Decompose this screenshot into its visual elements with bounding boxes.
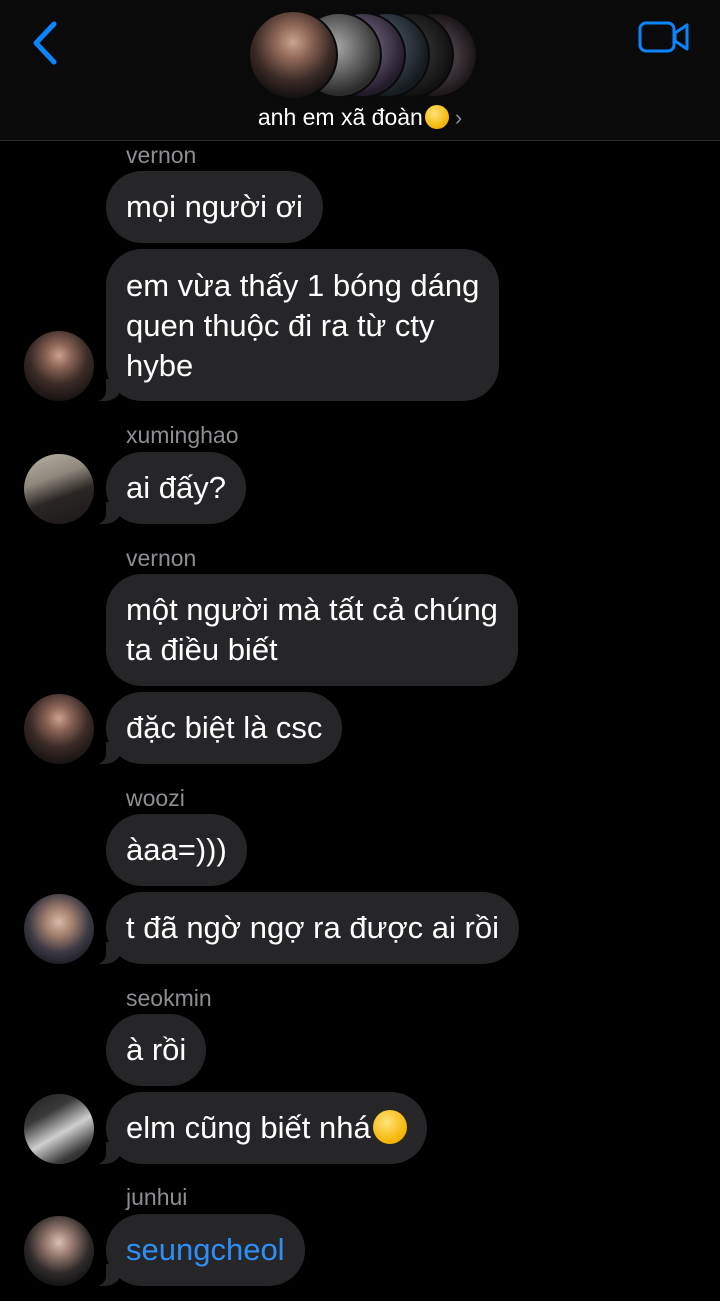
message-text: mọi người ơi [126,189,303,224]
message-bubble[interactable]: đặc biệt là csc [93,692,343,764]
sender-name: junhui [126,1184,188,1210]
message-bubble[interactable]: t đã ngờ ngợ ra được ai rồi [94,892,519,964]
message-text: đặc biệt là csc [126,710,323,745]
avatar-vernon[interactable] [24,331,94,401]
avatar-woozi[interactable] [24,894,94,964]
message-text-line: một người mà tất cả chúng [126,592,498,627]
message-bubble[interactable]: seungcheol [94,1214,305,1286]
sender-name: vernon [126,142,197,168]
group-avatar-stack[interactable] [248,10,478,100]
message-text-line: hybe [126,348,194,383]
avatar-vernon[interactable] [24,694,94,764]
message-bubble[interactable]: ai đấy? [94,452,246,524]
smiling-face-with-tear-icon [424,105,449,129]
smiling-face-icon [372,1110,407,1144]
sender-name: seokmin [126,985,212,1011]
message-text: à rồi [126,1032,187,1067]
sender-name: woozi [126,785,185,811]
sender-name: vernon [126,545,197,571]
back-button[interactable] [26,18,66,68]
group-name: anh em xã đoàn [257,104,423,130]
chevron-left-icon [33,21,57,65]
chat-screen: anh em xã đoàn › vernon mọi người ơi em v… [0,0,720,1301]
sender-name: xuminghao [126,422,239,448]
mention-link[interactable]: seungcheol [126,1232,285,1267]
message-text-line: quen thuộc đi ra từ cty [126,308,435,343]
message-text-line: em vừa thấy 1 bóng dáng [126,268,480,303]
message-bubble[interactable]: elm cũng biết nhá [94,1092,427,1164]
avatar-xuminghao[interactable] [24,454,94,524]
message-bubble[interactable]: em vừa thấy 1 bóng dáng quen thuộc đi ra… [93,249,500,401]
chat-header: anh em xã đoàn › [0,0,720,141]
video-call-button[interactable] [638,20,690,54]
message-text: ai đấy? [126,470,226,505]
message-text: elm cũng biết nhá [126,1110,371,1145]
group-title[interactable]: anh em xã đoàn › [0,104,720,131]
message-text: t đã ngờ ngợ ra được ai rồi [126,910,499,945]
group-member-avatar [248,10,338,100]
avatar-junhui[interactable] [24,1216,94,1286]
message-text: àaa=))) [126,832,227,867]
chevron-right-icon: › [454,105,463,130]
message-bubble[interactable]: mọi người ơi [106,171,323,243]
avatar-seokmin[interactable] [24,1094,94,1164]
video-camera-icon [638,21,689,53]
message-text-line: ta điều biết [126,632,278,667]
message-bubble[interactable]: àaa=))) [106,814,247,886]
message-bubble[interactable]: à rồi [106,1014,207,1086]
message-bubble[interactable]: một người mà tất cả chúng ta điều biết [106,574,518,686]
